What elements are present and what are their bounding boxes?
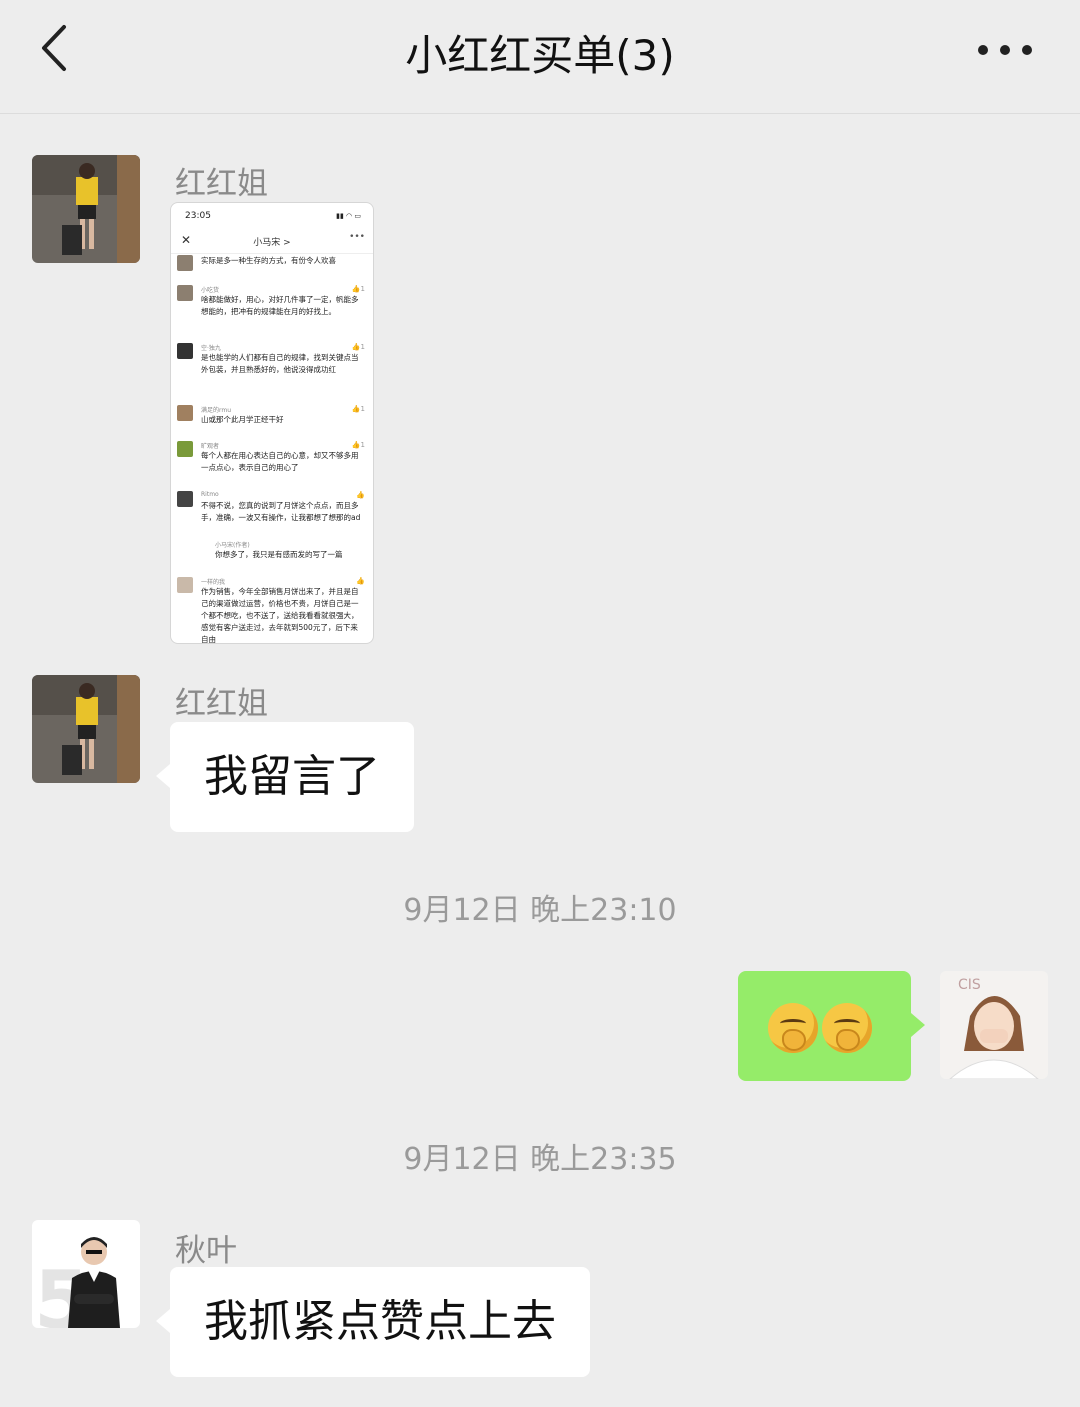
timestamp: 9月12日 晚上23:10 — [403, 893, 677, 928]
shot-nav-bar: ✕ 小马宋 > ••• — [171, 229, 373, 254]
avatar-photo — [32, 675, 140, 783]
message-bubble[interactable]: 我留言了 — [156, 722, 414, 832]
timestamp: 9月12日 晚上23:35 — [403, 1142, 677, 1177]
sender-name: 红红姐 — [175, 166, 268, 202]
emoji-bubble[interactable] — [738, 971, 925, 1081]
hand-over-mouth-emoji — [822, 1003, 872, 1053]
like-icon: 👍1 — [351, 343, 365, 351]
message-bubble[interactable]: 我抓紧点赞点上去 — [156, 1267, 590, 1377]
status-icons: ▮▮ ◠ ▭ — [336, 212, 361, 220]
more-icon: ••• — [349, 232, 365, 242]
chat-title: 小红红买单(3) — [405, 31, 675, 80]
avatar-self[interactable]: CIS — [940, 971, 1048, 1079]
like-icon: 👍1 — [351, 405, 365, 413]
sender-name: 红红姐 — [175, 686, 268, 722]
avatar-photo — [32, 155, 140, 263]
shared-screenshot[interactable]: 23:05 ▮▮ ◠ ▭ ✕ 小马宋 > ••• 实际是多一种生存的方式，有份令… — [170, 202, 374, 644]
avatar-honghongjie[interactable] — [32, 155, 140, 263]
hand-over-mouth-emoji — [768, 1003, 818, 1053]
like-icon: 👍1 — [351, 441, 365, 449]
shot-title: 小马宋 > — [253, 238, 291, 248]
sender-name: 秋叶 — [175, 1233, 237, 1269]
like-icon: 👍 — [356, 491, 365, 499]
chat-header: 小红红买单(3) — [0, 0, 1080, 114]
more-icon — [978, 45, 1032, 55]
avatar-photo: 5 — [32, 1220, 140, 1328]
like-icon: 👍 — [356, 577, 365, 585]
avatar-qiuye[interactable]: 5 — [32, 1220, 140, 1328]
status-time: 23:05 — [185, 211, 211, 221]
like-icon: 👍1 — [351, 285, 365, 293]
svg-text:CIS: CIS — [958, 977, 981, 993]
avatar-honghongjie[interactable] — [32, 675, 140, 783]
more-button[interactable] — [970, 30, 1040, 70]
avatar-photo: CIS — [940, 971, 1048, 1079]
